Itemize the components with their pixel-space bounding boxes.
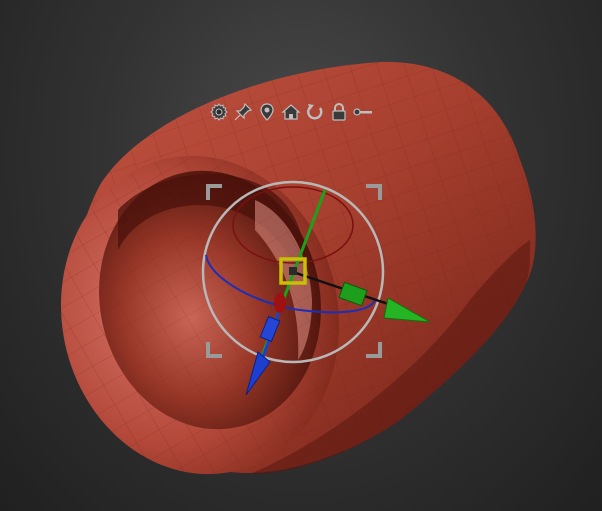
- gizmo-center-core: [289, 267, 297, 275]
- viewport-scene: [32, 61, 536, 500]
- key-icon[interactable]: [352, 100, 374, 124]
- location-pin-icon[interactable]: [256, 100, 278, 124]
- 3d-viewport[interactable]: [0, 0, 602, 511]
- gizmo-red-handle[interactable]: [274, 293, 286, 313]
- lock-icon[interactable]: [328, 100, 350, 124]
- home-icon[interactable]: [280, 100, 302, 124]
- pin-icon[interactable]: [232, 100, 254, 124]
- gizmo-toolbar: [208, 100, 374, 124]
- gear-icon[interactable]: [208, 100, 230, 124]
- reset-rotation-icon[interactable]: [304, 100, 326, 124]
- cylinder-mesh[interactable]: [32, 61, 536, 500]
